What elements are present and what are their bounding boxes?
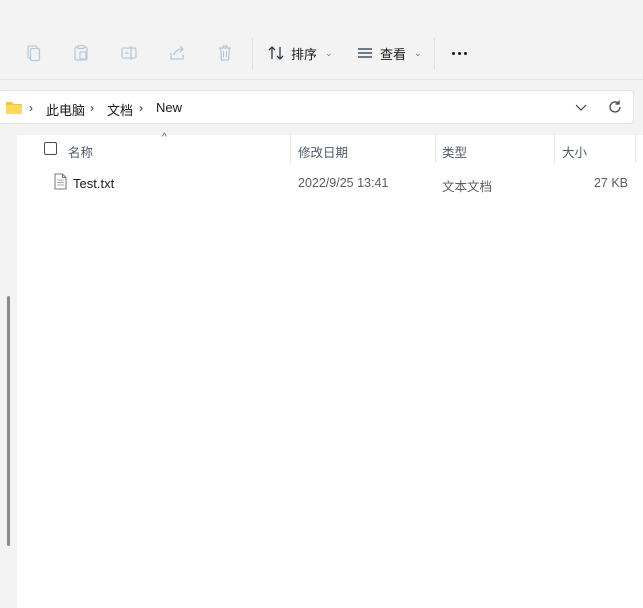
cut-icon[interactable] (22, 40, 44, 66)
breadcrumb-separator-icon: › (29, 101, 33, 115)
more-dot-icon (457, 51, 461, 55)
folder-icon (6, 102, 22, 114)
column-divider[interactable] (635, 135, 636, 163)
delete-icon[interactable] (214, 40, 236, 66)
column-header-name[interactable]: 名称 (68, 142, 93, 161)
share-icon[interactable] (166, 40, 188, 66)
column-header-row: 名称 修改日期 类型 大小 (17, 135, 643, 163)
file-name[interactable]: Test.txt (73, 176, 114, 191)
address-bar[interactable]: › 此电脑 › 文档 › New (0, 90, 634, 124)
column-divider[interactable] (554, 135, 555, 163)
more-options-button[interactable] (448, 44, 470, 62)
view-button[interactable]: 查看 ⌄ (356, 40, 422, 66)
file-size: 27 KB (593, 176, 628, 190)
toolbar-divider (434, 38, 435, 70)
chevron-down-icon[interactable] (574, 100, 588, 114)
chevron-down-icon: ⌄ (325, 47, 333, 58)
more-dot-icon (463, 51, 467, 55)
file-row[interactable]: Test.txt 2022/9/25 13:41 文本文档 27 KB (17, 170, 643, 196)
sort-icon (268, 46, 284, 60)
file-type: 文本文档 (442, 180, 493, 194)
command-bar: 排序 ⌄ 查看 ⌄ (0, 0, 643, 80)
sort-button[interactable]: 排序 ⌄ (267, 40, 333, 66)
list-view-icon (358, 48, 372, 58)
breadcrumb-separator-icon[interactable]: › (90, 101, 94, 115)
copy-icon[interactable] (70, 40, 92, 66)
breadcrumb-documents[interactable]: 文档 (107, 100, 133, 119)
breadcrumb-this-pc[interactable]: 此电脑 (46, 100, 85, 119)
breadcrumb-separator-icon[interactable]: › (139, 101, 143, 115)
scrollbar[interactable] (7, 296, 10, 546)
refresh-icon[interactable] (607, 99, 623, 115)
select-all-checkbox[interactable] (44, 142, 57, 155)
column-header-type[interactable]: 类型 (442, 142, 467, 161)
sort-label: 排序 (291, 46, 318, 62)
column-header-size[interactable]: 大小 (562, 142, 587, 161)
more-dot-icon (451, 51, 455, 55)
column-divider[interactable] (290, 135, 291, 163)
address-row: › 此电脑 › 文档 › New (0, 80, 643, 135)
column-header-date[interactable]: 修改日期 (298, 142, 348, 161)
text-file-icon (54, 173, 67, 190)
toolbar-divider (252, 38, 253, 70)
column-divider[interactable] (435, 135, 436, 163)
breadcrumb-new[interactable]: New (156, 100, 182, 115)
file-modified-date: 2022/9/25 13:41 (298, 176, 389, 190)
rename-icon[interactable] (118, 40, 140, 66)
chevron-down-icon: ⌄ (414, 47, 422, 58)
file-explorer-window: 排序 ⌄ 查看 ⌄ › 此电脑 › 文档 › New ^ 名称 修改日期 类型 … (0, 0, 643, 608)
view-label: 查看 (380, 46, 407, 62)
